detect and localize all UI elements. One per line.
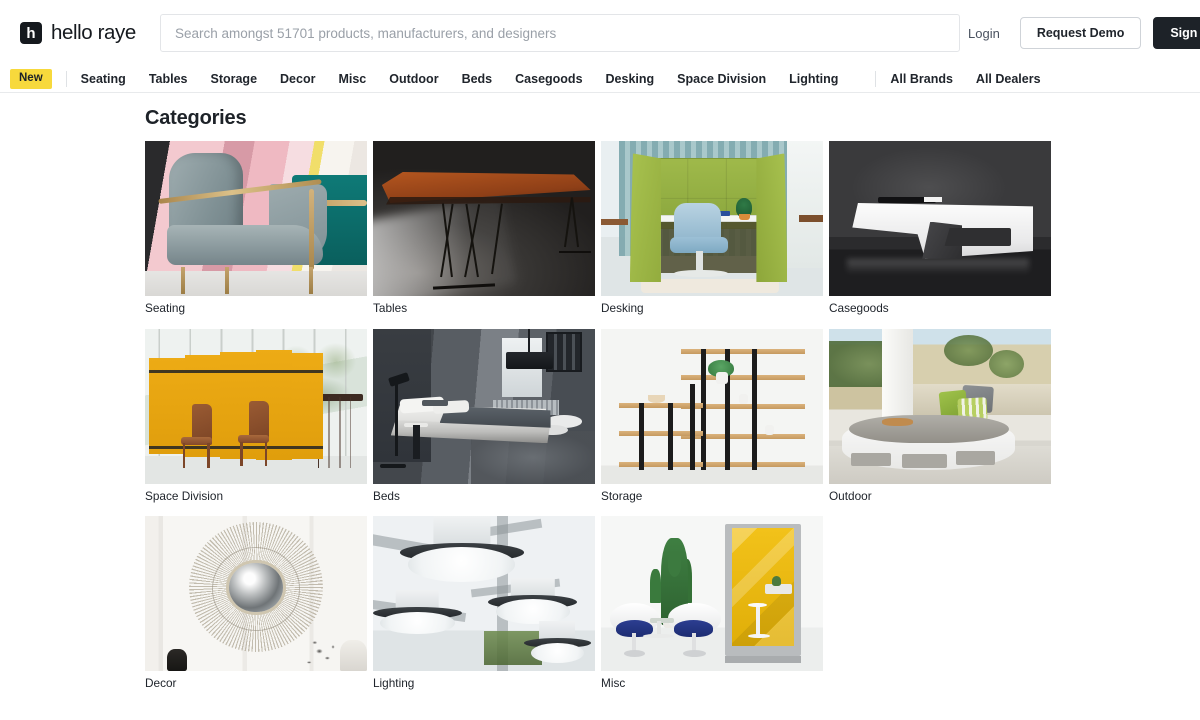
pendant-lamp-small-left xyxy=(373,590,462,646)
category-thumbnail-seating xyxy=(145,141,367,296)
category-thumbnail-beds xyxy=(373,328,595,484)
category-navbar: New Seating Tables Storage Decor Misc Ou… xyxy=(0,66,1200,93)
nav-item-misc[interactable]: Misc xyxy=(338,73,366,86)
nav-item-space-division[interactable]: Space Division xyxy=(677,73,766,86)
category-thumbnail-storage xyxy=(601,328,823,484)
category-label-casegoods: Casegoods xyxy=(829,301,889,315)
category-label-seating: Seating xyxy=(145,301,186,315)
category-thumbnail-casegoods xyxy=(829,141,1051,296)
nav-item-beds[interactable]: Beds xyxy=(462,73,493,86)
sign-up-button[interactable]: Sign Up xyxy=(1153,16,1200,50)
category-tile-misc[interactable]: Misc xyxy=(601,516,823,692)
nav-item-outdoor[interactable]: Outdoor xyxy=(389,73,438,86)
category-label-decor: Decor xyxy=(145,676,177,691)
category-grid: Seating Tables Desking Casegoods Space D… xyxy=(145,141,1057,692)
brand-name: hello raye xyxy=(51,21,136,44)
page-title: Categories xyxy=(145,107,247,129)
category-label-desking: Desking xyxy=(601,301,644,315)
search-container xyxy=(160,14,960,52)
category-tile-beds[interactable]: Beds xyxy=(373,328,595,505)
nav-new-badge[interactable]: New xyxy=(10,69,52,89)
category-thumbnail-desking xyxy=(601,141,823,296)
category-tile-outdoor[interactable]: Outdoor xyxy=(829,328,1051,505)
category-tile-lighting[interactable]: Lighting xyxy=(373,516,595,692)
category-tile-storage[interactable]: Storage xyxy=(601,328,823,505)
category-tile-seating[interactable]: Seating xyxy=(145,141,367,317)
search-input[interactable] xyxy=(160,14,960,52)
category-thumbnail-outdoor xyxy=(829,328,1051,484)
swivel-chair-right xyxy=(667,602,721,662)
nav-item-storage[interactable]: Storage xyxy=(210,73,257,86)
nav-item-tables[interactable]: Tables xyxy=(149,73,188,86)
category-label-tables: Tables xyxy=(373,301,408,315)
category-tile-tables[interactable]: Tables xyxy=(373,141,595,317)
category-thumbnail-lighting xyxy=(373,516,595,672)
pendant-lamp-large xyxy=(399,516,524,587)
category-tile-desking[interactable]: Desking xyxy=(601,141,823,317)
nav-item-seating[interactable]: Seating xyxy=(81,73,126,86)
hello-raye-logo-icon: h xyxy=(20,22,42,44)
category-thumbnail-decor xyxy=(145,516,367,672)
category-label-misc: Misc xyxy=(601,676,626,691)
nav-item-decor[interactable]: Decor xyxy=(280,73,315,86)
header-actions: Login Request Demo Sign Up xyxy=(960,16,1200,50)
nav-divider-1 xyxy=(65,71,67,87)
request-demo-button[interactable]: Request Demo xyxy=(1019,16,1142,50)
category-thumbnail-tables xyxy=(373,141,595,296)
nav-item-all-brands[interactable]: All Brands xyxy=(890,73,953,86)
nav-item-desking[interactable]: Desking xyxy=(606,73,655,86)
category-label-lighting: Lighting xyxy=(373,676,415,691)
site-header: h hello raye Login Request Demo Sign Up xyxy=(0,0,1200,66)
nav-item-casegoods[interactable]: Casegoods xyxy=(515,73,582,86)
category-tile-space-division[interactable]: Space Division xyxy=(145,328,367,505)
category-thumbnail-misc xyxy=(601,516,823,672)
category-tile-decor[interactable]: Decor xyxy=(145,516,367,692)
pendant-lamp-bottom-right xyxy=(523,621,591,671)
category-label-outdoor: Outdoor xyxy=(829,488,872,503)
login-link[interactable]: Login xyxy=(960,20,1008,47)
category-tile-casegoods[interactable]: Casegoods xyxy=(829,141,1051,317)
category-label-beds: Beds xyxy=(373,488,400,503)
category-thumbnail-space-division xyxy=(145,328,367,484)
brand-logo-link[interactable]: h hello raye xyxy=(20,21,140,45)
category-label-storage: Storage xyxy=(601,488,643,503)
category-label-space-division: Space Division xyxy=(145,488,224,503)
nav-item-lighting[interactable]: Lighting xyxy=(789,73,838,86)
nav-divider-2 xyxy=(875,71,877,87)
main-content: Categories Seating Tables Desking Casego… xyxy=(0,107,1200,692)
nav-item-all-dealers[interactable]: All Dealers xyxy=(976,73,1041,86)
swivel-chair-left xyxy=(609,602,659,662)
